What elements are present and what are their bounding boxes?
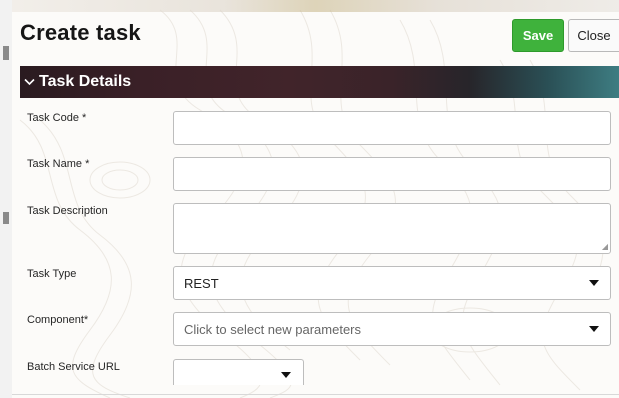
task-description-label-text: Task Description [27, 205, 108, 217]
component-label: Component* [27, 314, 88, 326]
left-edge-mark [3, 212, 9, 224]
task-type-label: Task Type [27, 268, 76, 280]
resize-handle-icon[interactable]: ◢ [602, 242, 608, 251]
component-select[interactable]: Click to select new parameters [173, 312, 611, 346]
chevron-down-icon[interactable] [24, 74, 35, 89]
task-description-label: Task Description [27, 205, 108, 217]
task-name-label: Task Name * [27, 158, 89, 170]
required-marker: * [82, 112, 87, 124]
top-decorative-band [12, 0, 619, 12]
dropdown-arrow-icon[interactable] [281, 372, 291, 378]
batch-service-url-label-text: Batch Service URL [27, 361, 120, 373]
left-edge-mark [3, 46, 9, 60]
task-description-textarea[interactable]: ◢ [173, 203, 611, 254]
required-marker: * [83, 314, 89, 326]
batch-service-url-label: Batch Service URL [27, 361, 120, 373]
required-marker: * [85, 158, 90, 170]
close-button[interactable]: Close [568, 19, 619, 52]
task-name-label-text: Task Name [27, 158, 83, 170]
task-code-label: Task Code * [27, 112, 86, 124]
task-name-input[interactable] [173, 157, 611, 191]
page-title: Create task [20, 20, 141, 45]
left-edge-panel [0, 0, 12, 398]
save-button[interactable]: Save [512, 19, 564, 52]
task-code-label-text: Task Code [27, 112, 79, 124]
section-title: Task Details [39, 73, 132, 90]
dropdown-arrow-icon[interactable] [589, 280, 599, 286]
component-placeholder: Click to select new parameters [184, 321, 362, 337]
task-type-value: REST [184, 275, 219, 291]
divider [12, 394, 619, 395]
section-header-task-details[interactable]: Task Details [20, 66, 619, 98]
task-type-select[interactable]: REST [173, 266, 611, 300]
task-type-label-text: Task Type [27, 268, 77, 280]
batch-service-url-select[interactable] [173, 359, 304, 385]
component-label-text: Component [27, 314, 84, 326]
task-code-input[interactable] [173, 111, 611, 145]
dropdown-arrow-icon[interactable] [589, 326, 599, 332]
